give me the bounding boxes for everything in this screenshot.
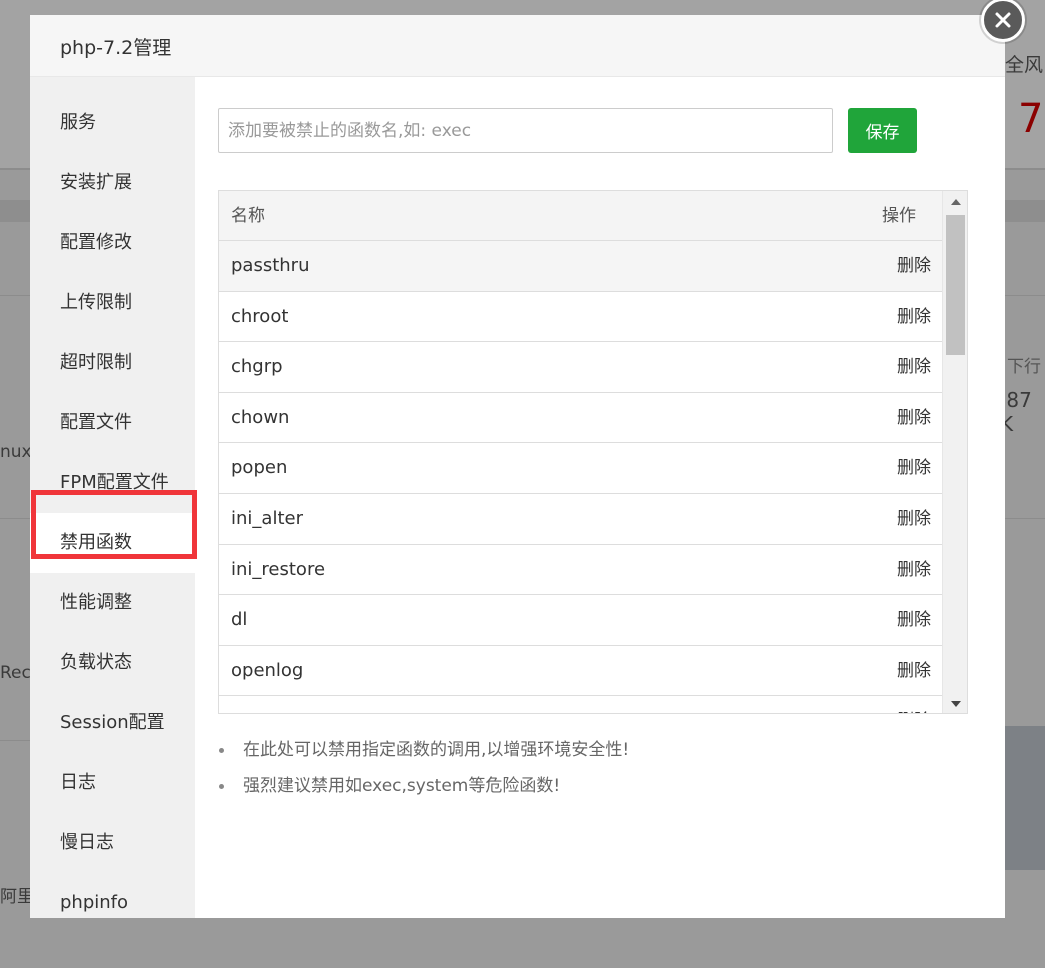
delete-link[interactable]: 删除 [897,342,931,392]
function-name: passthru [231,255,310,276]
column-header-operation: 操作 [882,206,916,226]
function-name: chgrp [231,356,283,378]
scroll-down-arrow-icon[interactable] [943,693,967,713]
php-manage-modal: php-7.2管理 服务 安装扩展 配置修改 上传限制 超时限制 配置文件 FP… [30,15,1005,918]
table-row: ini_restore 删除 [219,544,942,596]
table-row: chgrp 删除 [219,342,942,393]
sidebar-item-upload-limit[interactable]: 上传限制 [30,273,195,333]
sidebar-item-timeout-limit[interactable]: 超时限制 [30,333,195,393]
table-row: chown 删除 [219,392,942,444]
table-header: 名称 操作 [219,191,942,241]
delete-link[interactable]: 删除 [897,696,931,713]
function-name: dl [231,609,248,631]
content-panel: 保存 名称 操作 passthru 删除 chroot 删除 chgrp 删除 [195,77,1005,918]
delete-link[interactable]: 删除 [897,595,931,645]
table-row: 删除 [219,696,942,713]
function-name: ini_restore [231,558,326,580]
delete-link[interactable]: 删除 [897,443,931,493]
sidebar-item-service[interactable]: 服务 [30,93,195,153]
delete-link[interactable]: 删除 [897,494,931,544]
sidebar-item-disabled-functions[interactable]: 禁用函数 [30,513,195,573]
tips-list: 在此处可以禁用指定函数的调用,以增强环境安全性! 强烈建议禁用如exec,sys… [218,732,629,804]
function-name: chroot [231,305,289,327]
table-scrollbar[interactable] [942,191,967,713]
function-name-input[interactable] [218,108,833,153]
bg-text: 全风 [1005,54,1044,76]
scrollbar-thumb[interactable] [946,215,965,355]
delete-link[interactable]: 删除 [897,241,931,291]
delete-link[interactable]: 删除 [897,393,931,443]
save-button[interactable]: 保存 [848,108,917,153]
sidebar-item-performance[interactable]: 性能调整 [30,573,195,633]
delete-link[interactable]: 删除 [897,292,931,342]
table-row: openlog 删除 [219,645,942,697]
sidebar-item-load-status[interactable]: 负载状态 [30,633,195,693]
bg-text: .87 K [1000,388,1032,436]
table-body: passthru 删除 chroot 删除 chgrp 删除 chown 删除 … [219,241,942,713]
sidebar-item-session-config[interactable]: Session配置 [30,693,195,753]
table-row: dl 删除 [219,595,942,646]
close-button[interactable] [981,0,1025,42]
bg-text: 下行 [1007,357,1041,377]
column-header-name: 名称 [231,206,265,226]
tip-item: 强烈建议禁用如exec,system等危险函数! [218,768,629,804]
close-icon [995,12,1011,28]
table-row: passthru 删除 [219,241,942,292]
function-name: chown [231,406,290,428]
table-row: ini_alter 删除 [219,493,942,545]
function-name: ini_alter [231,507,303,529]
delete-link[interactable]: 删除 [897,646,931,696]
delete-link[interactable]: 删除 [897,545,931,595]
modal-title: php-7.2管理 [60,37,172,59]
sidebar-item-config-edit[interactable]: 配置修改 [30,213,195,273]
sidebar-item-config-file[interactable]: 配置文件 [30,393,195,453]
sidebar-item-log[interactable]: 日志 [30,753,195,813]
bg-number: 7 [1018,96,1044,142]
sidebar-item-slow-log[interactable]: 慢日志 [30,813,195,873]
disabled-functions-table: 名称 操作 passthru 删除 chroot 删除 chgrp 删除 cho… [218,190,968,714]
tip-item: 在此处可以禁用指定函数的调用,以增强环境安全性! [218,732,629,768]
function-name: openlog [231,659,304,681]
bg-text: nux [0,442,32,462]
bg-text: Rec [0,663,31,683]
scroll-up-arrow-icon[interactable] [943,191,967,213]
sidebar: 服务 安装扩展 配置修改 上传限制 超时限制 配置文件 FPM配置文件 禁用函数… [30,77,195,918]
sidebar-item-fpm-config[interactable]: FPM配置文件 [30,453,195,513]
sidebar-item-install-extension[interactable]: 安装扩展 [30,153,195,213]
function-name: popen [231,457,288,479]
modal-header: php-7.2管理 [30,15,1005,77]
sidebar-item-phpinfo[interactable]: phpinfo [30,873,195,918]
table-row: popen 删除 [219,443,942,494]
table-row: chroot 删除 [219,291,942,343]
